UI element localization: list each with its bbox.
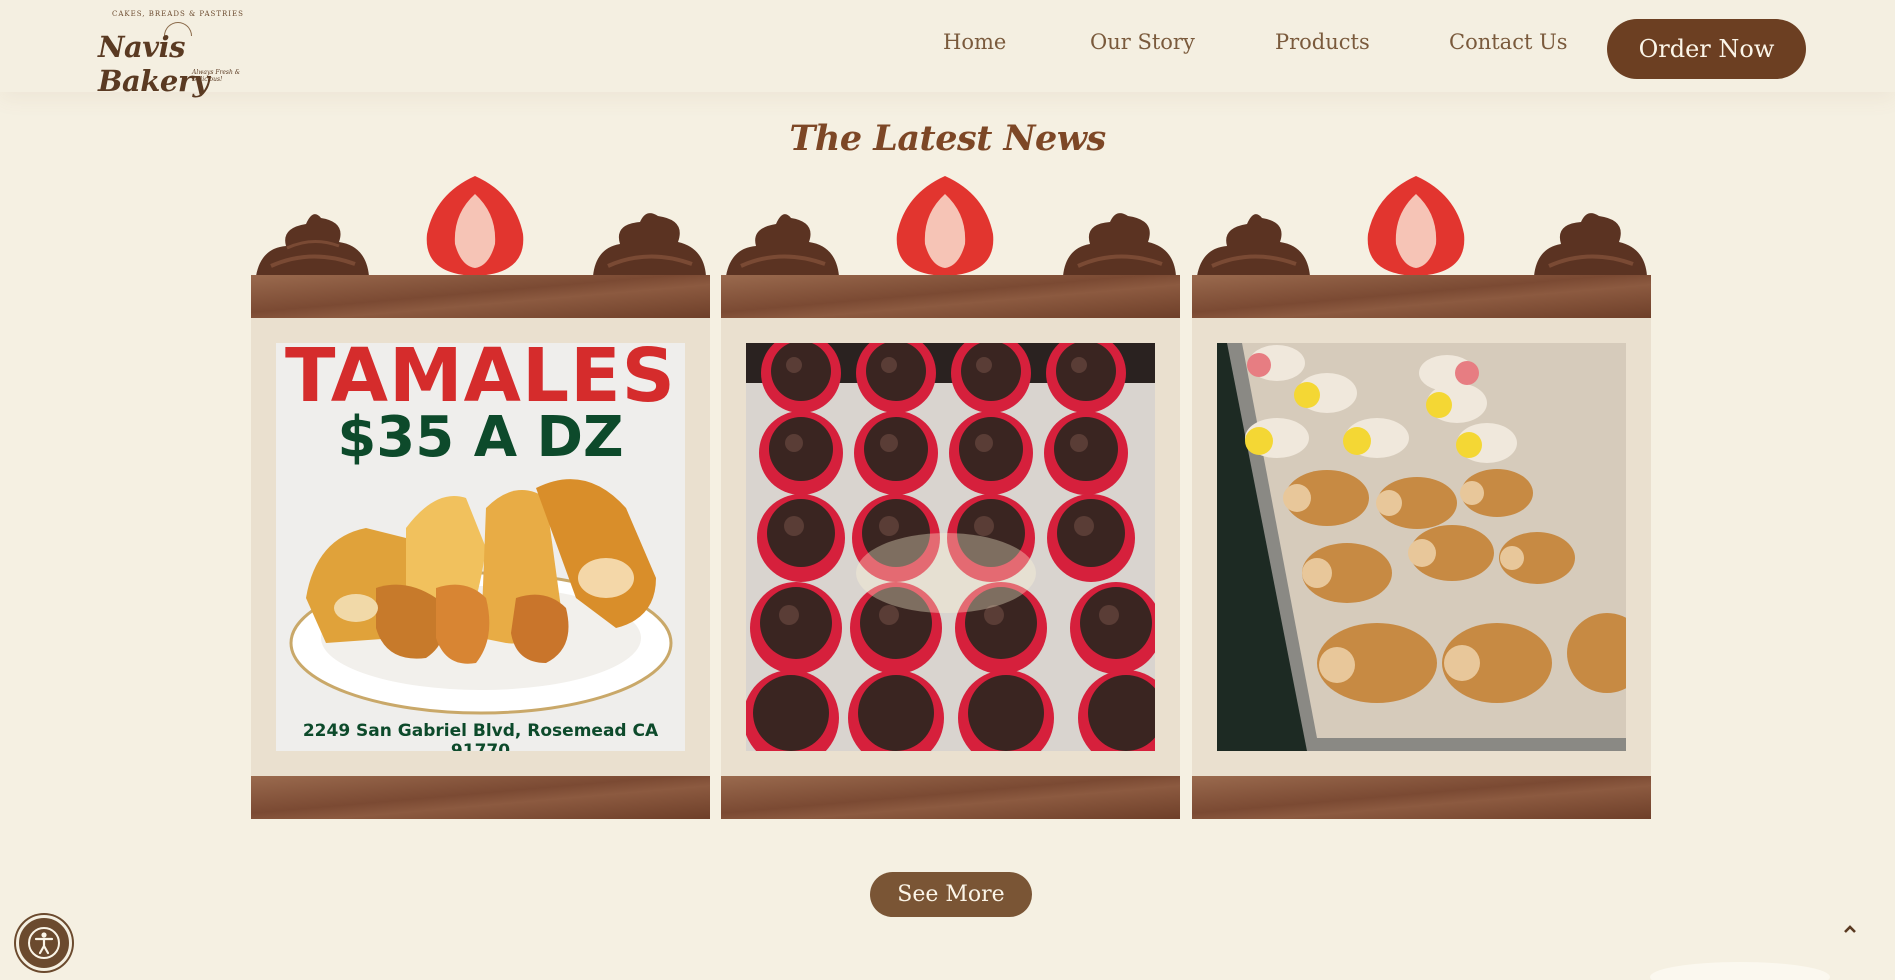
chevron-up-icon [1844,925,1856,933]
nav-home[interactable]: Home [943,30,1006,54]
chocolate-swirl-icon [1197,214,1310,276]
card-decoration [1192,170,1651,276]
muffins-tray-illustration [746,343,1155,751]
chocolate-swirl-icon [593,213,706,276]
card-frame [1192,318,1651,776]
chocolate-swirl-icon [1534,213,1647,276]
cream-horns-illustration [1217,343,1626,751]
chocolate-band-top [1192,275,1651,318]
nav-contact-us[interactable]: Contact Us [1449,30,1568,54]
tamales-plate-illustration [289,479,673,715]
cream-horns-image[interactable] [1217,343,1626,751]
news-card[interactable] [1192,170,1651,820]
brand-logo[interactable]: CAKES, BREADS & PASTRIES Navis Bakery Al… [92,10,264,98]
news-card[interactable]: TAMALES $35 A DZ 2249 San Gabriel Blvd, [251,170,710,820]
news-card[interactable] [721,170,1180,820]
chocolate-swirl-icon [256,214,369,276]
logo-arc-text: CAKES, BREADS & PASTRIES [112,10,244,18]
chocolate-swirl-icon [1063,213,1176,276]
card-frame: TAMALES $35 A DZ 2249 San Gabriel Blvd, [251,318,710,776]
site-header: CAKES, BREADS & PASTRIES Navis Bakery Al… [0,0,1895,98]
logo-tagline: Always Fresh & Delicious! [192,69,241,83]
chocolate-band-top [251,275,710,318]
accessibility-icon [28,927,60,959]
chocolate-band-bottom [251,776,710,819]
logo-name: Navis Bakery [98,30,209,98]
chocolate-band-top [721,275,1180,318]
decorative-glow [1650,962,1830,980]
chocolate-band-bottom [1192,776,1651,819]
scroll-to-top-button[interactable] [1840,922,1860,942]
tamales-poster-image[interactable]: TAMALES $35 A DZ 2249 San Gabriel Blvd, [276,343,685,751]
strawberry-icon [1367,176,1465,276]
card-decoration [251,170,710,276]
nav-our-story[interactable]: Our Story [1090,30,1195,54]
see-more-button[interactable]: See More [870,872,1032,917]
chocolate-swirl-icon [726,214,839,276]
strawberry-icon [426,176,524,276]
strawberry-icon [896,176,994,276]
accessibility-button[interactable] [16,915,72,971]
section-title: The Latest News [789,118,1106,159]
poster-price: $35 A DZ [337,405,624,470]
poster-address: 2249 San Gabriel Blvd, Rosemead CA 91770 [302,721,659,751]
chocolate-band-bottom [721,776,1180,819]
chocolate-muffins-image[interactable] [746,343,1155,751]
card-frame [721,318,1180,776]
card-decoration [721,170,1180,276]
nav-products[interactable]: Products [1275,30,1370,54]
order-now-button[interactable]: Order Now [1607,19,1806,79]
